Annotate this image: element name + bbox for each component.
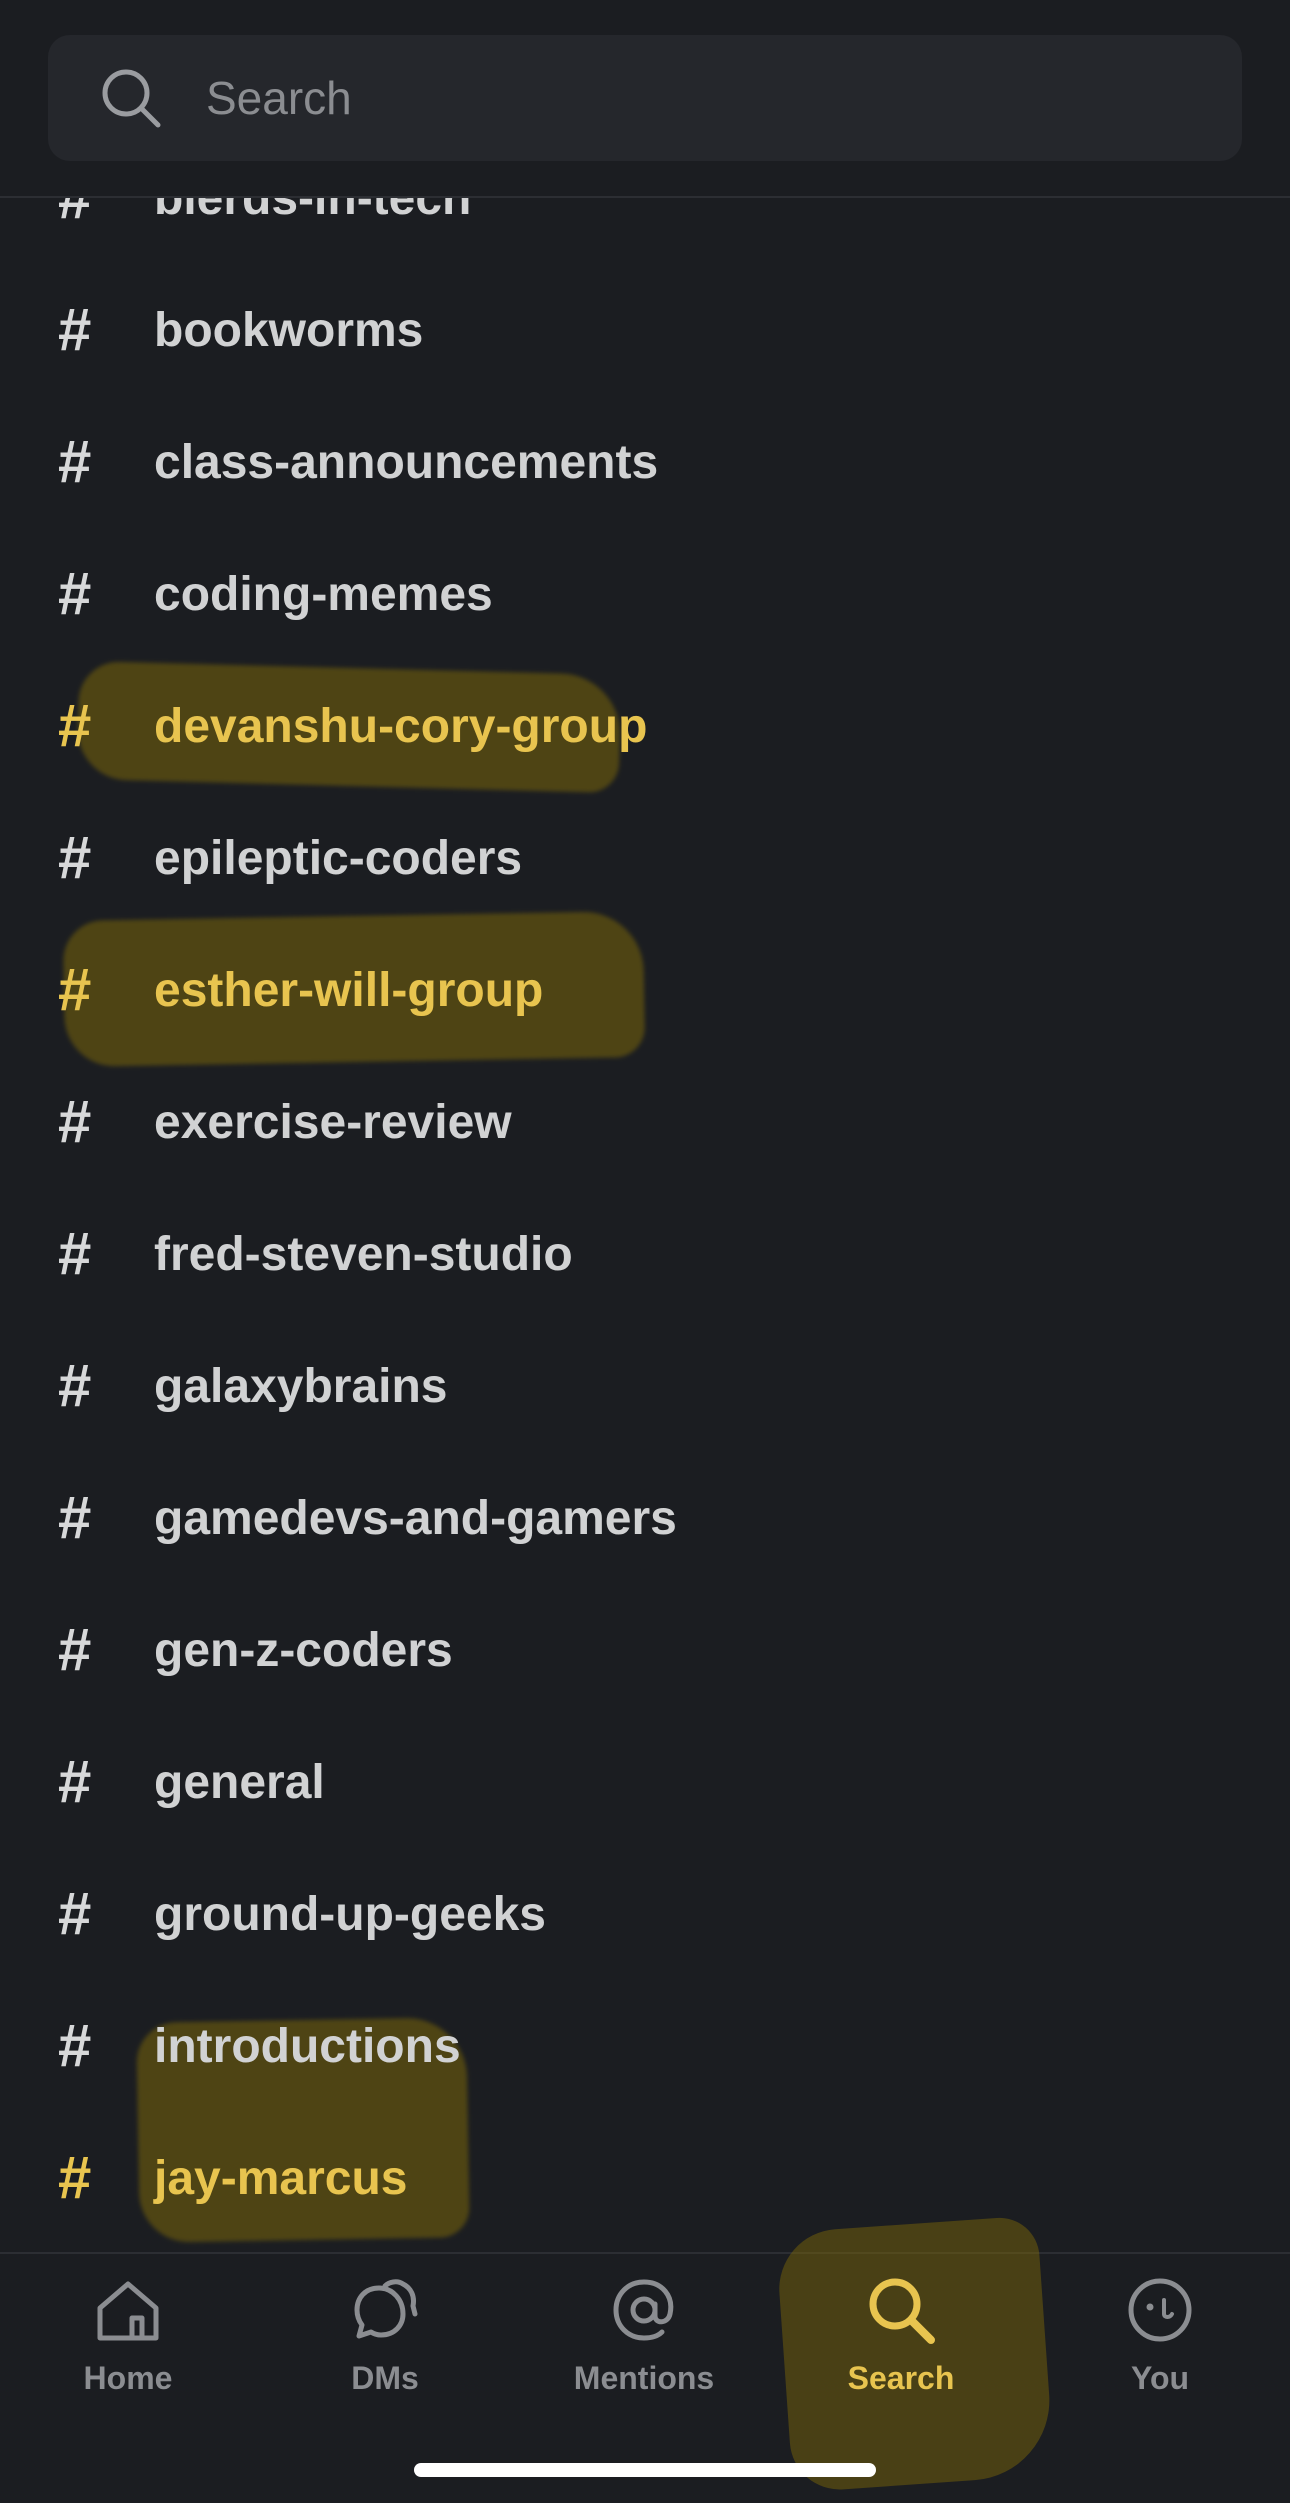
channel-name: ground-up-geeks — [154, 1887, 546, 1941]
channel-name: general — [154, 1755, 325, 1809]
hash-icon: # — [58, 1088, 92, 1155]
tab-search[interactable]: Search — [801, 2274, 1001, 2434]
channel-item-ground-up-geeks[interactable]: # ground-up-geeks — [0, 1848, 1290, 1980]
tab-mentions[interactable]: Mentions — [544, 2274, 744, 2434]
tab-label: Mentions — [573, 2360, 715, 2396]
hash-icon: # — [58, 1880, 92, 1947]
channel-item-coding-memes[interactable]: # coding-memes — [0, 528, 1290, 660]
hash-icon: # — [58, 560, 92, 627]
channel-name: exercise-review — [154, 1095, 512, 1149]
hash-icon: # — [58, 956, 92, 1023]
face-icon — [1128, 2278, 1192, 2342]
channel-name: fred-steven-studio — [154, 1227, 573, 1281]
search-header — [0, 0, 1290, 198]
hash-icon: # — [58, 1484, 92, 1551]
channel-item-gamedevs-and-gamers[interactable]: # gamedevs-and-gamers — [0, 1452, 1290, 1584]
hash-icon: # — [58, 1352, 92, 1419]
hash-icon: # — [58, 1616, 92, 1683]
hash-icon: # — [58, 198, 154, 228]
channel-name: epileptic-coders — [154, 831, 523, 885]
channel-item-class-announcements[interactable]: # class-announcements — [0, 396, 1290, 528]
at-sign-icon — [613, 2279, 674, 2341]
hash-icon: # — [58, 428, 92, 495]
channel-name: coding-memes — [154, 567, 493, 621]
channel-item-epileptic-coders[interactable]: # epileptic-coders — [0, 792, 1290, 924]
channel-name: bookworms — [154, 303, 424, 357]
channel-item-bookworms[interactable]: # bookworms — [0, 264, 1290, 396]
search-icon — [869, 2278, 935, 2344]
hash-icon: # — [58, 1748, 92, 1815]
channel-name: devanshu-cory-group — [154, 699, 648, 753]
channel-item-fred-steven-studio[interactable]: # fred-steven-studio — [0, 1188, 1290, 1320]
channel-name: gen-z-coders — [154, 1623, 453, 1677]
tab-home[interactable]: Home — [28, 2274, 228, 2434]
hash-icon: # — [58, 2144, 92, 2211]
hash-icon: # — [58, 1220, 92, 1287]
channel-name: introductions — [154, 2019, 461, 2073]
channel-name: galaxybrains — [154, 1359, 448, 1413]
channel-item-devanshu-cory-group[interactable]: # devanshu-cory-group — [0, 660, 1290, 794]
channel-name: blerds-in-tech — [154, 198, 472, 225]
channel-list: # blerds-in-tech # bookworms # class-ann… — [0, 198, 1290, 2252]
tab-label: Home — [83, 2360, 173, 2396]
channel-item-esther-will-group[interactable]: # esther-will-group — [0, 910, 1290, 1068]
channel-item-general[interactable]: # general — [0, 1716, 1290, 1848]
tab-label: Search — [847, 2360, 955, 2396]
channel-name: jay-marcus — [154, 2151, 408, 2205]
channel-item-blerds-in-tech[interactable]: # blerds-in-tech — [0, 198, 1290, 264]
hash-icon: # — [58, 2012, 92, 2079]
tab-label: DMs — [351, 2360, 419, 2396]
channel-item-galaxybrains[interactable]: # galaxybrains — [0, 1320, 1290, 1452]
dms-icon — [354, 2279, 418, 2339]
tab-label: You — [1130, 2360, 1190, 2396]
channel-item-introductions[interactable]: # introductions — [0, 1980, 1290, 2243]
tab-dms[interactable]: DMs — [285, 2274, 485, 2434]
search-input[interactable] — [206, 71, 1106, 125]
home-indicator[interactable] — [414, 2463, 876, 2477]
home-icon — [97, 2281, 159, 2341]
tab-you[interactable]: You — [1060, 2274, 1260, 2434]
search-box[interactable] — [48, 35, 1242, 161]
hash-icon: # — [58, 692, 92, 759]
channel-name: esther-will-group — [154, 963, 544, 1017]
channel-name: gamedevs-and-gamers — [154, 1491, 677, 1545]
hash-icon: # — [58, 824, 92, 891]
channel-item-gen-z-coders[interactable]: # gen-z-coders — [0, 1584, 1290, 1716]
search-icon — [102, 69, 161, 128]
channel-item-exercise-review[interactable]: # exercise-review — [0, 1056, 1290, 1188]
channel-name: class-announcements — [154, 435, 659, 489]
hash-icon: # — [58, 296, 92, 363]
